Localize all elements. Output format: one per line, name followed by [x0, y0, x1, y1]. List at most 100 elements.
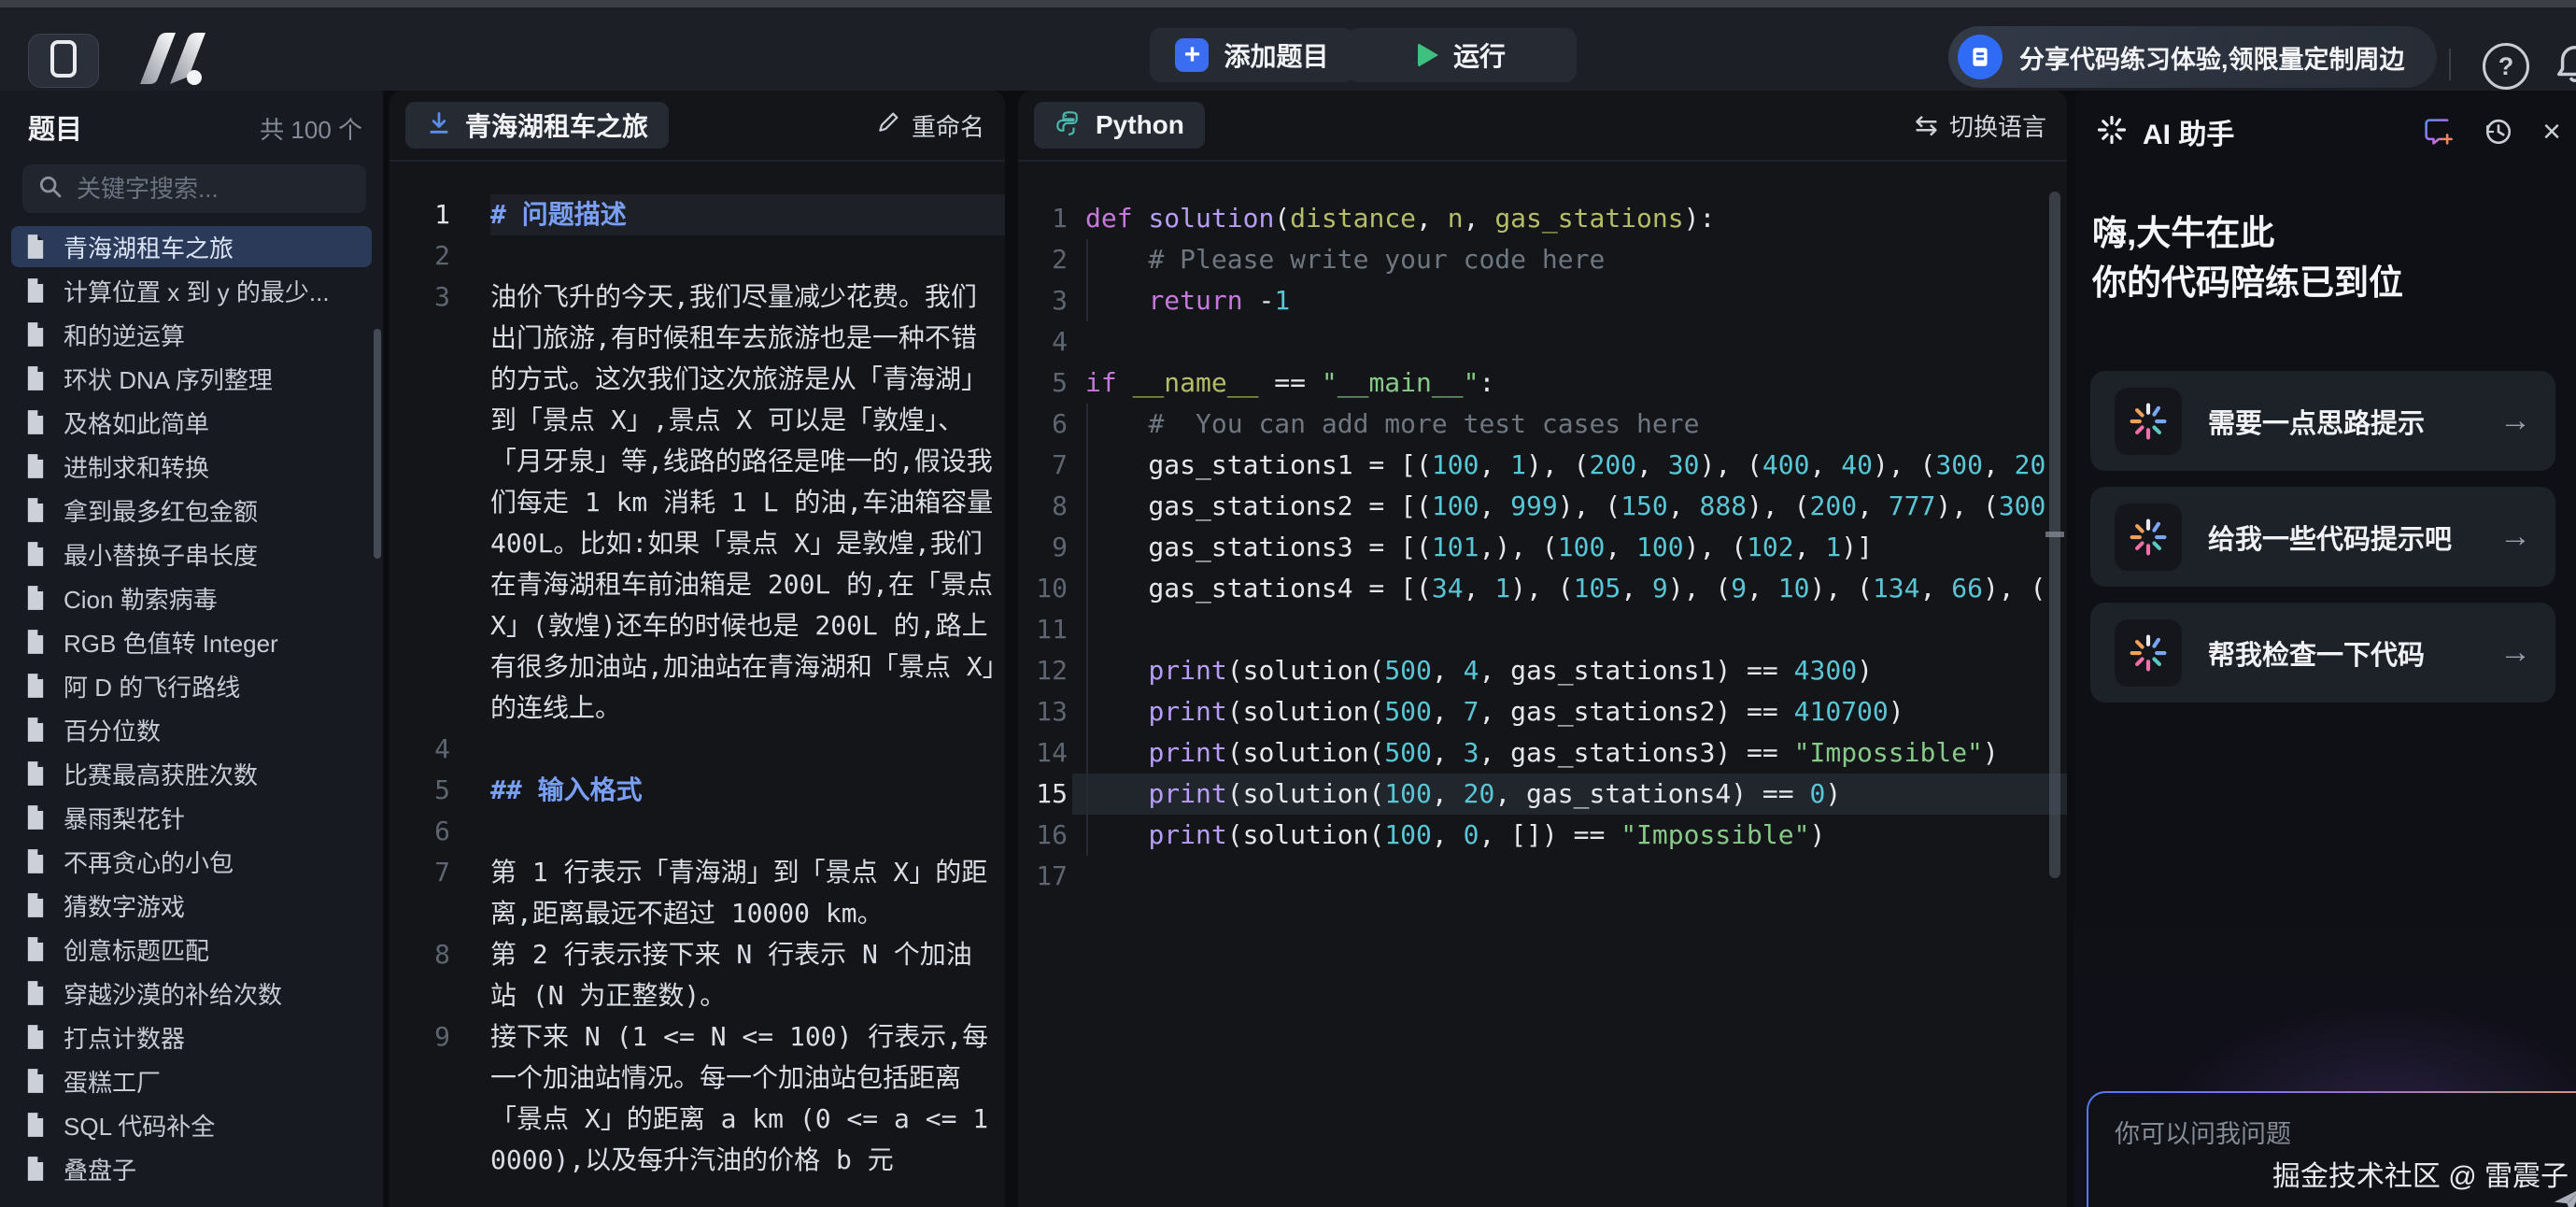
help-icon[interactable]: ?	[2483, 43, 2529, 90]
ai-header: AI 助手 ×	[2096, 106, 2561, 158]
code-line[interactable]: 4	[1018, 321, 2067, 362]
new-chat-icon[interactable]	[2421, 115, 2455, 149]
ai-input-border: 掘金技术社区 @ 雷震子	[2087, 1091, 2576, 1207]
code-line[interactable]: 5if __name__ == "__main__":	[1018, 362, 2067, 404]
code-line[interactable]: 9 gas_stations3 = [(101,), (100, 100), (…	[1018, 527, 2067, 568]
sidebar-item[interactable]: 创意标题匹配	[11, 929, 372, 970]
sidebar-item[interactable]: 比赛最高获胜次数	[11, 753, 372, 794]
code-line[interactable]: 10 gas_stations4 = [(34, 1), (105, 9), (…	[1018, 568, 2067, 609]
run-button[interactable]: 运行	[1347, 28, 1577, 82]
sidebar-item[interactable]: 环状 DNA 序列整理	[11, 358, 372, 399]
sidebar-item[interactable]: 和的逆运算	[11, 314, 372, 355]
description-line[interactable]: 3油价飞升的今天,我们尽量减少花费。我们出门旅游,有时候租车去旅游也是一种不错的…	[389, 277, 1005, 729]
sidebar-item[interactable]: 猜数字游戏	[11, 885, 372, 926]
description-line[interactable]: 1# 问题描述	[389, 194, 1005, 235]
sidebar-item[interactable]: 叠盘子	[11, 1148, 372, 1189]
notification-bell-icon[interactable]	[2554, 41, 2576, 91]
scrollbar-cursor-marker	[2045, 532, 2064, 537]
code-line[interactable]: 2 # Please write your code here	[1018, 239, 2067, 280]
sidebar-item[interactable]: 拿到最多红包金额	[11, 490, 372, 531]
code-line[interactable]: 6 # You can add more test cases here	[1018, 404, 2067, 445]
sidebar-scrollbar[interactable]	[374, 329, 381, 559]
problem-description-panel: 青海湖租车之旅 重命名 1# 问题描述23油价飞升的今天,我们尽量减少花费。我们…	[389, 91, 1005, 1207]
close-icon[interactable]: ×	[2542, 116, 2561, 148]
sidebar-item-label: 计算位置 x 到 y 的最少...	[64, 274, 330, 308]
description-text: 油价飞升的今天,我们尽量减少花费。我们出门旅游,有时候租车去旅游也是一种不错的方…	[490, 277, 1005, 729]
code-line[interactable]: 13 print(solution(500, 7, gas_stations2)…	[1018, 691, 2067, 732]
sidebar-item[interactable]: 青海湖租车之旅	[11, 226, 372, 267]
suggestion-card[interactable]: 给我一些代码提示吧→	[2090, 487, 2555, 587]
description-line[interactable]: 2	[389, 235, 1005, 277]
code-text: # You can add more test cases here	[1072, 404, 2067, 445]
suggestion-card[interactable]: 需要一点思路提示→	[2090, 371, 2555, 471]
sidebar-item-label: 进制求和转换	[64, 449, 209, 484]
line-number: 4	[389, 729, 450, 770]
line-number: 1	[1018, 198, 1068, 239]
search-box[interactable]	[22, 164, 366, 213]
search-input[interactable]	[75, 174, 351, 205]
code-header: Python ⇆ 切换语言	[1018, 91, 2067, 162]
sidebar-item[interactable]: SQL 代码补全	[11, 1104, 372, 1145]
line-number: 6	[1018, 404, 1068, 445]
code-text: print(solution(500, 3, gas_stations3) ==…	[1072, 732, 2067, 774]
sidebar-item-label: 及格如此简单	[64, 405, 209, 440]
description-line[interactable]: 5## 输入格式	[389, 770, 1005, 811]
description-line[interactable]: 8第 2 行表示接下来 N 行表示 N 个加油站 (N 为正整数)。	[389, 934, 1005, 1016]
line-number: 5	[389, 770, 450, 811]
history-icon[interactable]	[2483, 116, 2514, 148]
language-tab[interactable]: Python	[1034, 102, 1205, 149]
description-editor[interactable]: 1# 问题描述23油价飞升的今天,我们尽量减少花费。我们出门旅游,有时候租车去旅…	[389, 194, 1005, 1207]
sidebar-item[interactable]: 穿越沙漠的补给次数	[11, 973, 372, 1014]
sidebar-item[interactable]: Cion 勒索病毒	[11, 577, 372, 618]
rename-button[interactable]: 重命名	[876, 108, 984, 143]
sidebar-item[interactable]: 阿 D 的飞行路线	[11, 665, 372, 706]
sidebar-item[interactable]: RGB 色值转 Integer	[11, 621, 372, 662]
code-text	[1072, 609, 2067, 650]
code-line[interactable]: 8 gas_stations2 = [(100, 999), (150, 888…	[1018, 486, 2067, 527]
promo-banner[interactable]: 分享代码练习体验,领限量定制周边	[1948, 26, 2437, 88]
code-line[interactable]: 17	[1018, 856, 2067, 897]
code-text: if __name__ == "__main__":	[1072, 362, 2067, 404]
code-line[interactable]: 7 gas_stations1 = [(100, 1), (200, 30), …	[1018, 445, 2067, 486]
add-problem-button[interactable]: + 添加题目	[1150, 28, 1354, 82]
code-line[interactable]: 1def solution(distance, n, gas_stations)…	[1018, 198, 2067, 239]
send-icon[interactable]	[2550, 1183, 2576, 1207]
line-number: 2	[389, 235, 450, 277]
sidebar-item[interactable]: 不再贪心的小包	[11, 841, 372, 882]
code-line[interactable]: 12 print(solution(500, 4, gas_stations1)…	[1018, 650, 2067, 691]
sidebar-item[interactable]: 暴雨梨花针	[11, 797, 372, 838]
line-number: 9	[1018, 527, 1068, 568]
ai-input-box[interactable]: 掘金技术社区 @ 雷震子	[2088, 1093, 2576, 1207]
sparkle-icon	[2096, 114, 2128, 150]
code-line[interactable]: 3 return -1	[1018, 280, 2067, 321]
sidebar-item-label: Cion 勒索病毒	[64, 581, 218, 616]
sidebar-item-label: 阿 D 的飞行路线	[64, 669, 240, 703]
sidebar-item[interactable]: 进制求和转换	[11, 446, 372, 487]
sidebar-item[interactable]: 蛋糕工厂	[11, 1060, 372, 1101]
code-editor[interactable]: 1def solution(distance, n, gas_stations)…	[1018, 198, 2067, 1207]
sidebar-item[interactable]: 计算位置 x 到 y 的最少...	[11, 270, 372, 311]
description-line[interactable]: 7第 1 行表示「青海湖」到「景点 X」的距离,距离最远不超过 10000 km…	[389, 852, 1005, 934]
code-line[interactable]: 16 print(solution(100, 0, []) == "Imposs…	[1018, 815, 2067, 856]
description-line[interactable]: 4	[389, 729, 1005, 770]
line-number: 3	[389, 277, 450, 729]
suggestion-card[interactable]: 帮我检查一下代码→	[2090, 603, 2555, 703]
sidebar-item[interactable]: 百分位数	[11, 709, 372, 750]
sidebar-item[interactable]: 最小替换子串长度	[11, 533, 372, 575]
sidebar-toggle-button[interactable]	[28, 34, 99, 88]
description-line[interactable]: 6	[389, 811, 1005, 852]
problem-tab[interactable]: 青海湖租车之旅	[405, 102, 669, 149]
plus-icon: +	[1175, 38, 1209, 72]
code-line[interactable]: 14 print(solution(500, 3, gas_stations3)…	[1018, 732, 2067, 774]
app-logo[interactable]	[133, 30, 222, 92]
switch-language-button[interactable]: ⇆ 切换语言	[1915, 108, 2046, 143]
sidebar-item[interactable]: 打点计数器	[11, 1016, 372, 1058]
sidebar-item[interactable]: 及格如此简单	[11, 402, 372, 443]
top-bar: + 添加题目 运行 分享代码练习体验,领限量定制周边 ?	[0, 7, 2576, 91]
code-line[interactable]: 15 print(solution(100, 20, gas_stations4…	[1018, 774, 2067, 815]
code-text: gas_stations4 = [(34, 1), (105, 9), (9, …	[1072, 568, 2067, 609]
language-tab-label: Python	[1096, 110, 1184, 140]
suggestion-label: 需要一点思路提示	[2208, 402, 2499, 441]
code-line[interactable]: 11	[1018, 609, 2067, 650]
description-line[interactable]: 9接下来 N (1 <= N <= 100) 行表示,每一个加油站情况。每一个加…	[389, 1016, 1005, 1181]
